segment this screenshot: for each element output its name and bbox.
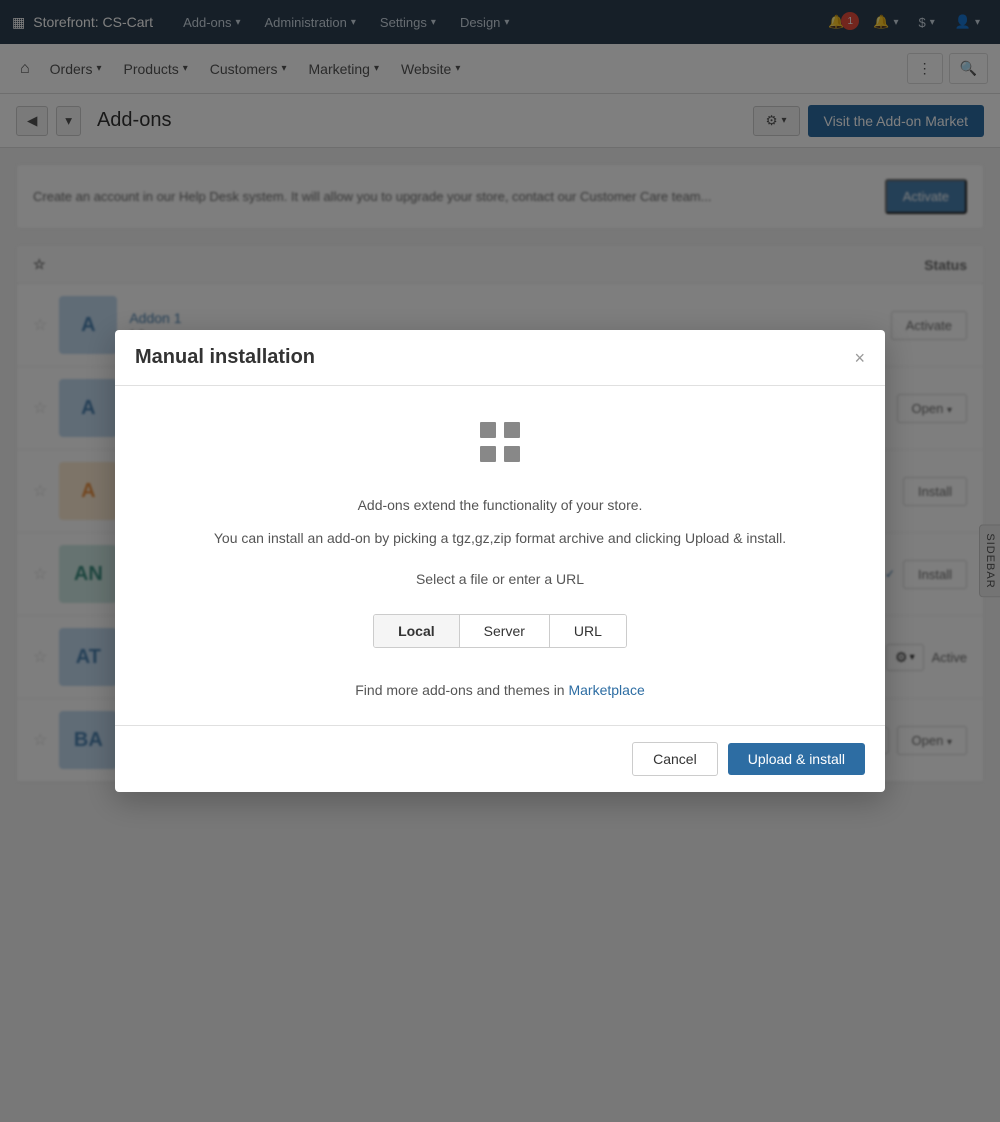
modal-title: Manual installation bbox=[135, 346, 315, 369]
modal-body: Add-ons extend the functionality of your… bbox=[115, 386, 885, 725]
modal-select-label: Select a file or enter a URL bbox=[416, 569, 584, 590]
marketplace-link[interactable]: Marketplace bbox=[568, 682, 644, 698]
upload-install-button[interactable]: Upload & install bbox=[728, 743, 865, 775]
file-source-group: Local Server URL bbox=[373, 614, 627, 648]
server-source-button[interactable]: Server bbox=[460, 615, 550, 647]
modal-header: Manual installation × bbox=[115, 330, 885, 386]
puzzle-icon bbox=[476, 418, 524, 475]
url-source-button[interactable]: URL bbox=[550, 615, 626, 647]
manual-installation-modal: Manual installation × Add-ons extend the… bbox=[115, 330, 885, 792]
local-source-button[interactable]: Local bbox=[374, 615, 460, 647]
modal-desc1: Add-ons extend the functionality of your… bbox=[358, 495, 643, 516]
modal-overlay: Manual installation × Add-ons extend the… bbox=[0, 0, 1000, 1122]
modal-footer: Cancel Upload & install bbox=[115, 725, 885, 792]
modal-desc2: You can install an add-on by picking a t… bbox=[214, 528, 786, 549]
cancel-button[interactable]: Cancel bbox=[632, 742, 718, 776]
marketplace-text: Find more add-ons and themes in Marketpl… bbox=[355, 680, 645, 701]
modal-close-button[interactable]: × bbox=[854, 349, 865, 367]
